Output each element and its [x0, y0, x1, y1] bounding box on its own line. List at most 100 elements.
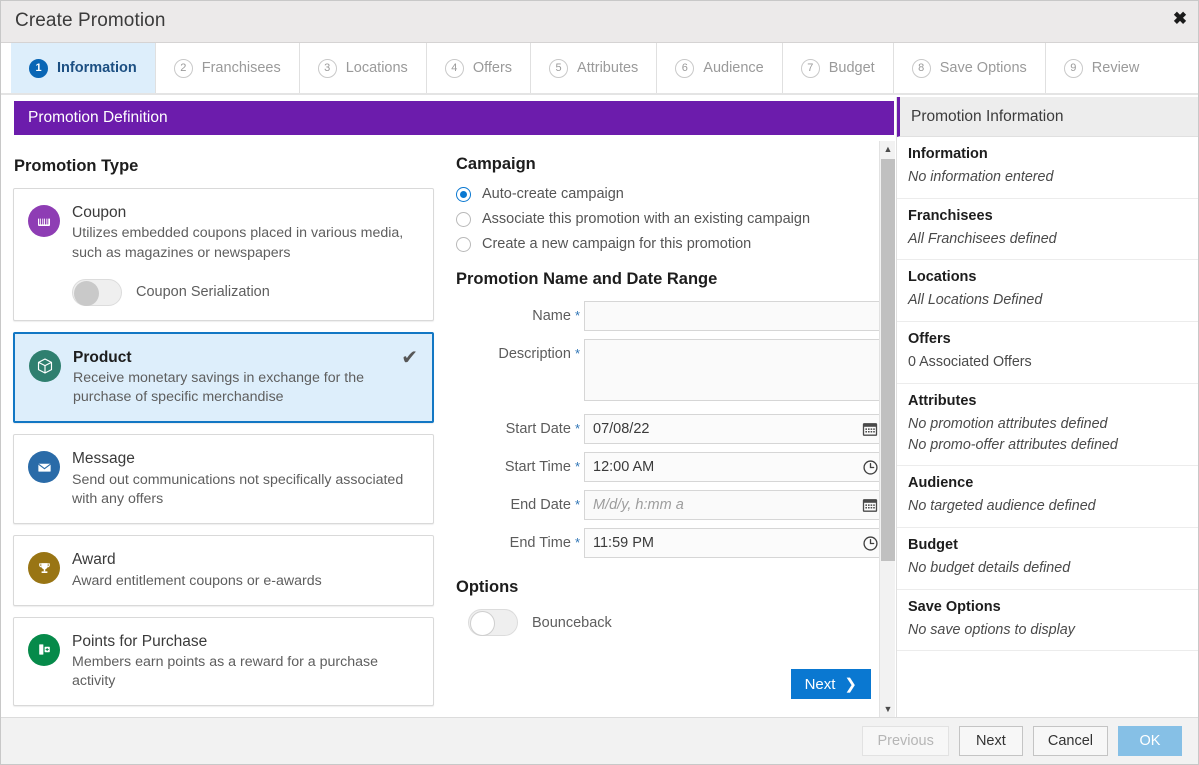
- summary-item-title: Budget: [908, 537, 958, 554]
- tab-information[interactable]: 1 Information: [11, 43, 156, 93]
- summary-item-title: Information: [908, 146, 988, 162]
- summary-item-value: 0 Associated Offers: [908, 354, 1032, 371]
- options-title: Options: [456, 578, 519, 596]
- promotion-type-card-award[interactable]: Award Award entitlement coupons or e-awar…: [13, 535, 434, 606]
- clock-icon[interactable]: [861, 534, 879, 552]
- tab-franchisees[interactable]: 2 Franchisees: [156, 43, 300, 93]
- form-scrollbar[interactable]: ▲ ▼: [879, 141, 895, 717]
- tab-number: 6: [675, 58, 695, 78]
- triangle-up-icon[interactable]: ▲: [880, 141, 896, 157]
- form-row-name: Name *: [456, 301, 887, 331]
- tab-label: Budget: [828, 60, 875, 76]
- campaign-option-label: Associate this promotion with an existin…: [482, 211, 811, 227]
- summary-item-value: No budget details defined: [908, 560, 1071, 577]
- form-row-description: Description *: [456, 339, 887, 406]
- points-icon: [28, 633, 60, 666]
- campaign-option-1[interactable]: Associate this promotion with an existin…: [456, 211, 887, 227]
- calendar-icon[interactable]: [861, 496, 879, 514]
- input-name[interactable]: [584, 301, 887, 331]
- field-label-start-date: Start Date *: [456, 414, 584, 444]
- tab-number: 3: [317, 58, 337, 78]
- promotion-type-name: Points for Purchase: [72, 632, 208, 650]
- summary-item-value: No targeted audience defined: [908, 498, 1096, 515]
- ok-button[interactable]: OK: [1118, 726, 1182, 756]
- input-start-date[interactable]: [584, 414, 887, 444]
- summary-item-title: Franchisees: [908, 207, 993, 224]
- required-marker: *: [574, 308, 580, 323]
- chevron-right-icon: ❯: [844, 676, 857, 693]
- promotion-type-description: Members earn points as a reward for a pu…: [72, 654, 378, 690]
- radio-button[interactable]: [456, 186, 471, 202]
- campaign-option-2[interactable]: Create a new campaign for this promotion: [456, 236, 887, 252]
- promotion-type-name: Message: [72, 450, 135, 468]
- tab-label: Save Options: [939, 60, 1027, 76]
- selected-check-icon: ✔: [401, 346, 418, 369]
- tab-budget[interactable]: 7 Budget: [783, 43, 894, 93]
- tab-attributes[interactable]: 5 Attributes: [531, 43, 658, 93]
- cancel-button[interactable]: Cancel: [1032, 726, 1108, 756]
- coupon-serialization-toggle[interactable]: [72, 278, 122, 306]
- bounceback-toggle-row: Bounceback: [468, 609, 887, 636]
- input-end-date[interactable]: [584, 490, 887, 520]
- promotion-type-card-product[interactable]: Product Receive monetary savings in excha…: [13, 331, 434, 424]
- promotion-type-description: Send out communications not specifically…: [72, 471, 404, 507]
- input-end-time[interactable]: [584, 528, 887, 558]
- tab-audience[interactable]: 6 Audience: [657, 43, 783, 93]
- clock-icon[interactable]: [861, 458, 879, 476]
- campaign-option-label: Auto-create campaign: [482, 186, 624, 202]
- field-label-text: Description: [498, 346, 571, 362]
- close-icon[interactable]: ✖: [1167, 5, 1193, 31]
- triangle-down-icon[interactable]: ▼: [880, 701, 896, 717]
- previous-button[interactable]: Previous: [862, 726, 949, 756]
- input-start-time[interactable]: [584, 452, 887, 482]
- coupon-serialization-toggle-label: Coupon Serialization: [136, 284, 270, 301]
- bounceback-toggle-label: Bounceback: [532, 614, 612, 631]
- required-marker: *: [574, 497, 580, 512]
- next-step-button[interactable]: Next ❯: [790, 669, 871, 699]
- tab-review[interactable]: 9 Review: [1046, 43, 1158, 93]
- radio-button[interactable]: [456, 211, 471, 227]
- envelope-icon: [28, 451, 60, 484]
- tab-save-options[interactable]: 8 Save Options: [894, 43, 1046, 93]
- coupon-icon: [28, 205, 60, 237]
- required-marker: *: [574, 459, 580, 474]
- tab-label: Locations: [345, 60, 408, 76]
- promotion-information-header: Promotion Information: [897, 97, 1198, 137]
- field-label-text: End Time: [509, 535, 571, 551]
- next-button[interactable]: Next: [958, 726, 1023, 756]
- promotion-type-card-points-for-purchase[interactable]: Points for Purchase Members earn points a…: [13, 616, 434, 707]
- form-row-start-time: Start Time *: [456, 452, 887, 482]
- summary-item-value: No save options to display: [908, 621, 1075, 638]
- page-title: Create Promotion: [15, 10, 166, 31]
- field-label-description: Description *: [456, 339, 584, 369]
- summary-item-value: All Locations Defined: [908, 292, 1043, 309]
- promotion-type-card-message[interactable]: Message Send out communications not speci…: [13, 434, 434, 525]
- tab-label: Franchisees: [201, 60, 281, 76]
- dialog-titlebar: Create Promotion ✖: [1, 1, 1198, 43]
- promotion-type-card-coupon[interactable]: Coupon Utilizes embedded coupons placed i…: [13, 188, 434, 321]
- scrollbar-thumb[interactable]: [881, 159, 895, 561]
- summary-item-title: Save Options: [908, 598, 1001, 615]
- wizard-tabs: 1 Information 2 Franchisees 3 Locations 4 Offer…: [1, 43, 1198, 95]
- dialog-body: Promotion Definition Promotion Type Coup…: [1, 97, 1198, 717]
- radio-button[interactable]: [456, 236, 471, 252]
- promotion-type-panel: Promotion Type Coupon Utilizes embedded c…: [1, 141, 446, 717]
- tab-label: Information: [57, 60, 137, 76]
- tab-number: 2: [173, 58, 193, 78]
- summary-item-title: Attributes: [908, 392, 977, 409]
- tab-number: 1: [29, 58, 48, 78]
- tab-label: Review: [1091, 60, 1140, 76]
- calendar-icon[interactable]: [861, 420, 879, 438]
- tab-locations[interactable]: 3 Locations: [300, 43, 427, 93]
- required-marker: *: [574, 421, 580, 436]
- summary-item-title: Offers: [908, 331, 951, 348]
- campaign-option-0[interactable]: Auto-create campaign: [456, 186, 887, 202]
- tab-label: Offers: [472, 60, 513, 76]
- summary-item-offers: Offers 0 Associated Offers: [897, 322, 1198, 384]
- required-marker: *: [574, 346, 580, 361]
- tab-offers[interactable]: 4 Offers: [427, 43, 532, 93]
- promotion-type-name: Product: [73, 348, 132, 366]
- bounceback-toggle[interactable]: [468, 609, 518, 636]
- campaign-title: Campaign: [456, 155, 536, 173]
- input-description[interactable]: [584, 339, 887, 401]
